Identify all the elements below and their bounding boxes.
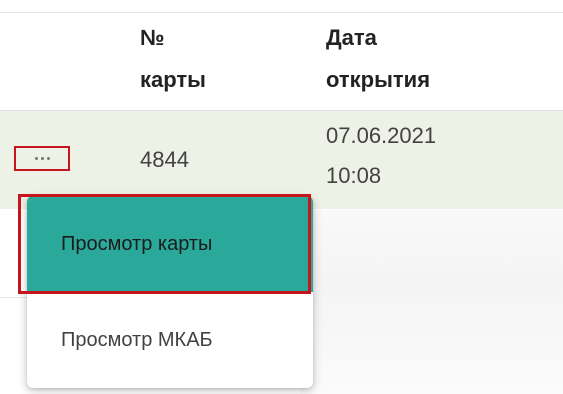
open-time-value: 10:08 xyxy=(326,163,382,188)
column-header-card-number[interactable]: № карты xyxy=(140,17,206,101)
column-header-card-number-line2: карты xyxy=(140,67,206,92)
row-actions-button[interactable] xyxy=(14,146,70,171)
column-header-card-number-line1: № xyxy=(140,25,165,50)
column-header-open-date-line1: Дата xyxy=(326,25,377,50)
card-number-cell: 4844 xyxy=(140,140,189,180)
row-context-menu: Просмотр карты Просмотр МКАБ xyxy=(27,196,313,388)
open-date-value: 07.06.2021 xyxy=(326,123,437,148)
table-header: № карты Дата открытия xyxy=(0,13,563,111)
menu-item-view-card-label: Просмотр карты xyxy=(61,232,213,255)
menu-item-view-mkab-label: Просмотр МКАБ xyxy=(61,328,213,351)
column-header-open-date-line2: открытия xyxy=(326,67,431,92)
column-header-open-date[interactable]: Дата открытия xyxy=(326,17,430,101)
blurred-background-area xyxy=(300,210,563,394)
menu-item-view-mkab[interactable]: Просмотр МКАБ xyxy=(27,292,313,388)
open-date-cell: 07.06.2021 10:08 xyxy=(326,116,436,196)
more-horizontal-icon xyxy=(33,157,51,160)
table-row[interactable]: 4844 07.06.2021 10:08 xyxy=(0,111,563,209)
menu-item-view-card[interactable]: Просмотр карты xyxy=(27,196,313,292)
medical-card-table-screen: № карты Дата открытия 4844 07.06.2021 10… xyxy=(0,0,563,394)
card-number-value: 4844 xyxy=(140,147,189,172)
